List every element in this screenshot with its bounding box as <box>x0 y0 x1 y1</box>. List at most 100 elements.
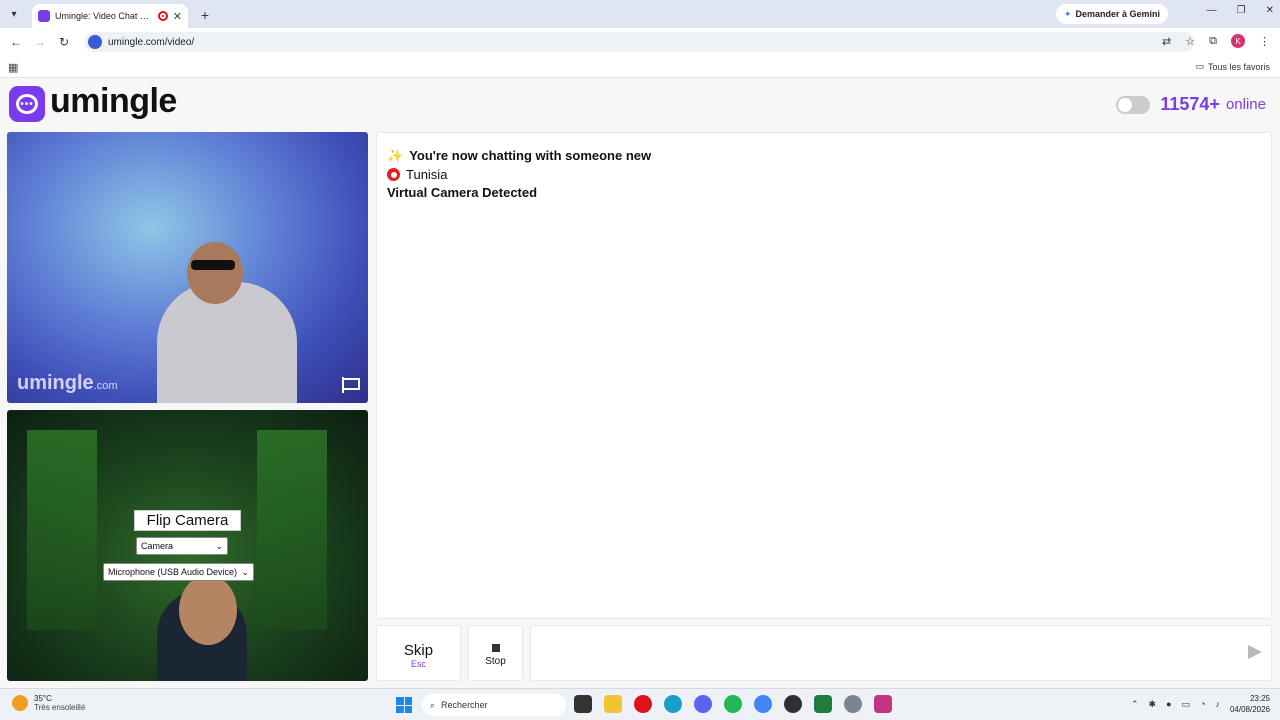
restore-icon[interactable]: ❐ <box>1237 5 1246 16</box>
stop-button[interactable]: Stop <box>468 625 523 681</box>
flip-camera-button[interactable]: Flip Camera <box>134 510 241 531</box>
monitor-icon[interactable]: ▭ <box>1182 699 1191 710</box>
task-view-icon[interactable] <box>574 695 592 713</box>
window-close-icon[interactable]: ✕ <box>1266 5 1274 16</box>
send-icon[interactable] <box>1248 645 1262 659</box>
remote-person-head <box>187 242 243 304</box>
site-header: ••• umingle 11574+ online <box>0 80 1280 130</box>
microphone-select[interactable]: Microphone (USB Audio Device) ⌄ <box>103 563 254 581</box>
url-text: umingle.com/video/ <box>108 36 195 48</box>
theme-toggle[interactable] <box>1116 95 1151 114</box>
edge-icon[interactable] <box>664 695 682 713</box>
bookmarks-bar: ▦ ▭ Tous les favoris <box>0 56 1280 78</box>
temperature: 35°C <box>34 694 52 703</box>
gemini-button[interactable]: ✦ Demander à Gemini <box>1055 4 1168 24</box>
search-icon: ⌕ <box>430 699 436 710</box>
browser-tabstrip: ▾ Umingle: Video Chat with Strangers ✕ +… <box>0 0 1280 28</box>
folder-icon: ▭ <box>1195 61 1204 71</box>
sun-icon <box>12 695 28 711</box>
weather-condition: Très ensoleillé <box>34 703 86 712</box>
opera-icon[interactable] <box>634 695 652 713</box>
site-logo-text[interactable]: umingle <box>50 82 177 121</box>
forward-icon[interactable]: → <box>28 35 52 49</box>
windows-start-icon[interactable] <box>396 697 412 713</box>
chevron-up-icon[interactable]: ⌃ <box>1131 699 1139 710</box>
chat-message-text: Virtual Camera Detected <box>387 185 538 200</box>
skip-label: Skip <box>403 642 434 659</box>
settings-gear-icon[interactable] <box>844 695 862 713</box>
obs-icon[interactable] <box>784 695 802 713</box>
bookmark-star-icon[interactable]: ☆ <box>1185 35 1195 48</box>
chat-controls: Skip Esc Stop <box>376 625 1272 681</box>
chat-log: ✨ You're now chatting with someone new T… <box>376 132 1272 619</box>
remote-video: umingle.com <box>7 132 368 403</box>
clock-time: 23:25 <box>1249 694 1270 703</box>
local-person-head <box>179 575 237 645</box>
camera-select-value: Camera <box>141 541 174 551</box>
gemini-sparkle-icon: ✦ <box>1063 8 1072 19</box>
umingle-watermark: umingle.com <box>17 372 118 394</box>
tab-search-icon[interactable]: ▾ <box>4 4 24 24</box>
report-flag-icon[interactable] <box>342 377 360 393</box>
system-tray: ⌃ ✱ ● ▭ ◔ ♪ 23:25 04/08/2026 <box>1131 693 1270 715</box>
online-indicator: 11574+ online <box>1116 94 1266 115</box>
taskbar-apps <box>574 695 892 713</box>
chevron-down-icon: ⌄ <box>241 566 249 577</box>
minimize-icon[interactable]: — <box>1207 5 1217 16</box>
sunglasses <box>191 260 235 270</box>
microphone-icon[interactable]: ● <box>1166 699 1171 709</box>
spotify-icon[interactable] <box>724 695 742 713</box>
curtain-right <box>257 430 327 630</box>
tunisia-flag-icon <box>387 168 400 182</box>
chat-message: Virtual Camera Detected <box>387 184 1261 203</box>
weather-widget[interactable]: 35°C Très ensoleillé <box>12 694 85 712</box>
browser-tab-umingle[interactable]: Umingle: Video Chat with Strangers ✕ <box>32 4 188 28</box>
network-icon[interactable]: ◔ <box>1200 699 1205 709</box>
volume-icon[interactable]: ♪ <box>1215 699 1220 709</box>
tab-close-icon[interactable]: ✕ <box>173 10 182 23</box>
all-bookmarks-label: Tous les favoris <box>1207 61 1270 72</box>
umingle-favicon <box>38 10 50 22</box>
discord-icon[interactable] <box>694 695 712 713</box>
terminal-icon[interactable] <box>814 695 832 713</box>
local-video: Flip Camera Camera ⌄ Microphone (USB Aud… <box>7 410 368 681</box>
chrome-icon[interactable] <box>754 695 772 713</box>
sparkles-icon: ✨ <box>387 148 404 163</box>
all-bookmarks-button[interactable]: ▭ Tous les favoris <box>1195 61 1270 72</box>
microphone-select-value: Microphone (USB Audio Device) <box>108 567 238 577</box>
tab-title: Umingle: Video Chat with Strangers <box>55 11 153 21</box>
new-tab-button[interactable]: + <box>194 4 216 26</box>
address-bar-row: ← → ↻ umingle.com/video/ ⇄ ☆ ⧉ K ⋮ <box>0 28 1280 56</box>
online-count: 11574+ <box>1160 94 1220 114</box>
site-info-icon[interactable] <box>88 35 102 49</box>
url-field[interactable]: umingle.com/video/ <box>84 32 1194 52</box>
chat-message-text: You're now chatting with someone new <box>409 148 652 163</box>
taskbar-search-label: Rechercher <box>441 700 488 710</box>
umingle-logo-icon[interactable]: ••• <box>9 86 45 122</box>
chevron-down-icon: ⌄ <box>215 540 223 551</box>
bluetooth-icon[interactable]: ✱ <box>1149 699 1157 710</box>
camera-select[interactable]: Camera ⌄ <box>136 537 228 555</box>
chat-message: Tunisia <box>387 166 1261 185</box>
extensions-icon[interactable]: ⧉ <box>1209 35 1217 48</box>
profile-avatar[interactable]: K <box>1231 34 1245 48</box>
menu-kebab-icon[interactable]: ⋮ <box>1259 35 1270 48</box>
curtain-left <box>27 430 97 630</box>
gemini-label: Demander à Gemini <box>1075 9 1160 19</box>
reload-icon[interactable]: ↻ <box>52 35 76 49</box>
chat-message: ✨ You're now chatting with someone new <box>387 147 1261 166</box>
apps-grid-icon[interactable]: ▦ <box>8 61 18 74</box>
recording-icon <box>157 11 168 21</box>
skip-button[interactable]: Skip Esc <box>376 625 461 681</box>
back-icon[interactable]: ← <box>4 35 28 49</box>
toolbar-actions: ⇄ ☆ ⧉ K ⋮ <box>1162 34 1270 48</box>
message-input[interactable] <box>530 625 1272 681</box>
instagram-icon[interactable] <box>874 695 892 713</box>
online-label: online <box>1225 96 1266 113</box>
taskbar-search[interactable]: ⌕ Rechercher <box>422 694 566 716</box>
file-explorer-icon[interactable] <box>604 695 622 713</box>
translate-icon[interactable]: ⇄ <box>1162 35 1171 48</box>
skip-shortcut-hint: Esc <box>410 659 426 669</box>
windows-taskbar: 35°C Très ensoleillé ⌕ Rechercher ⌃ ✱ ● … <box>0 688 1280 720</box>
taskbar-clock[interactable]: 23:25 04/08/2026 <box>1230 693 1270 715</box>
